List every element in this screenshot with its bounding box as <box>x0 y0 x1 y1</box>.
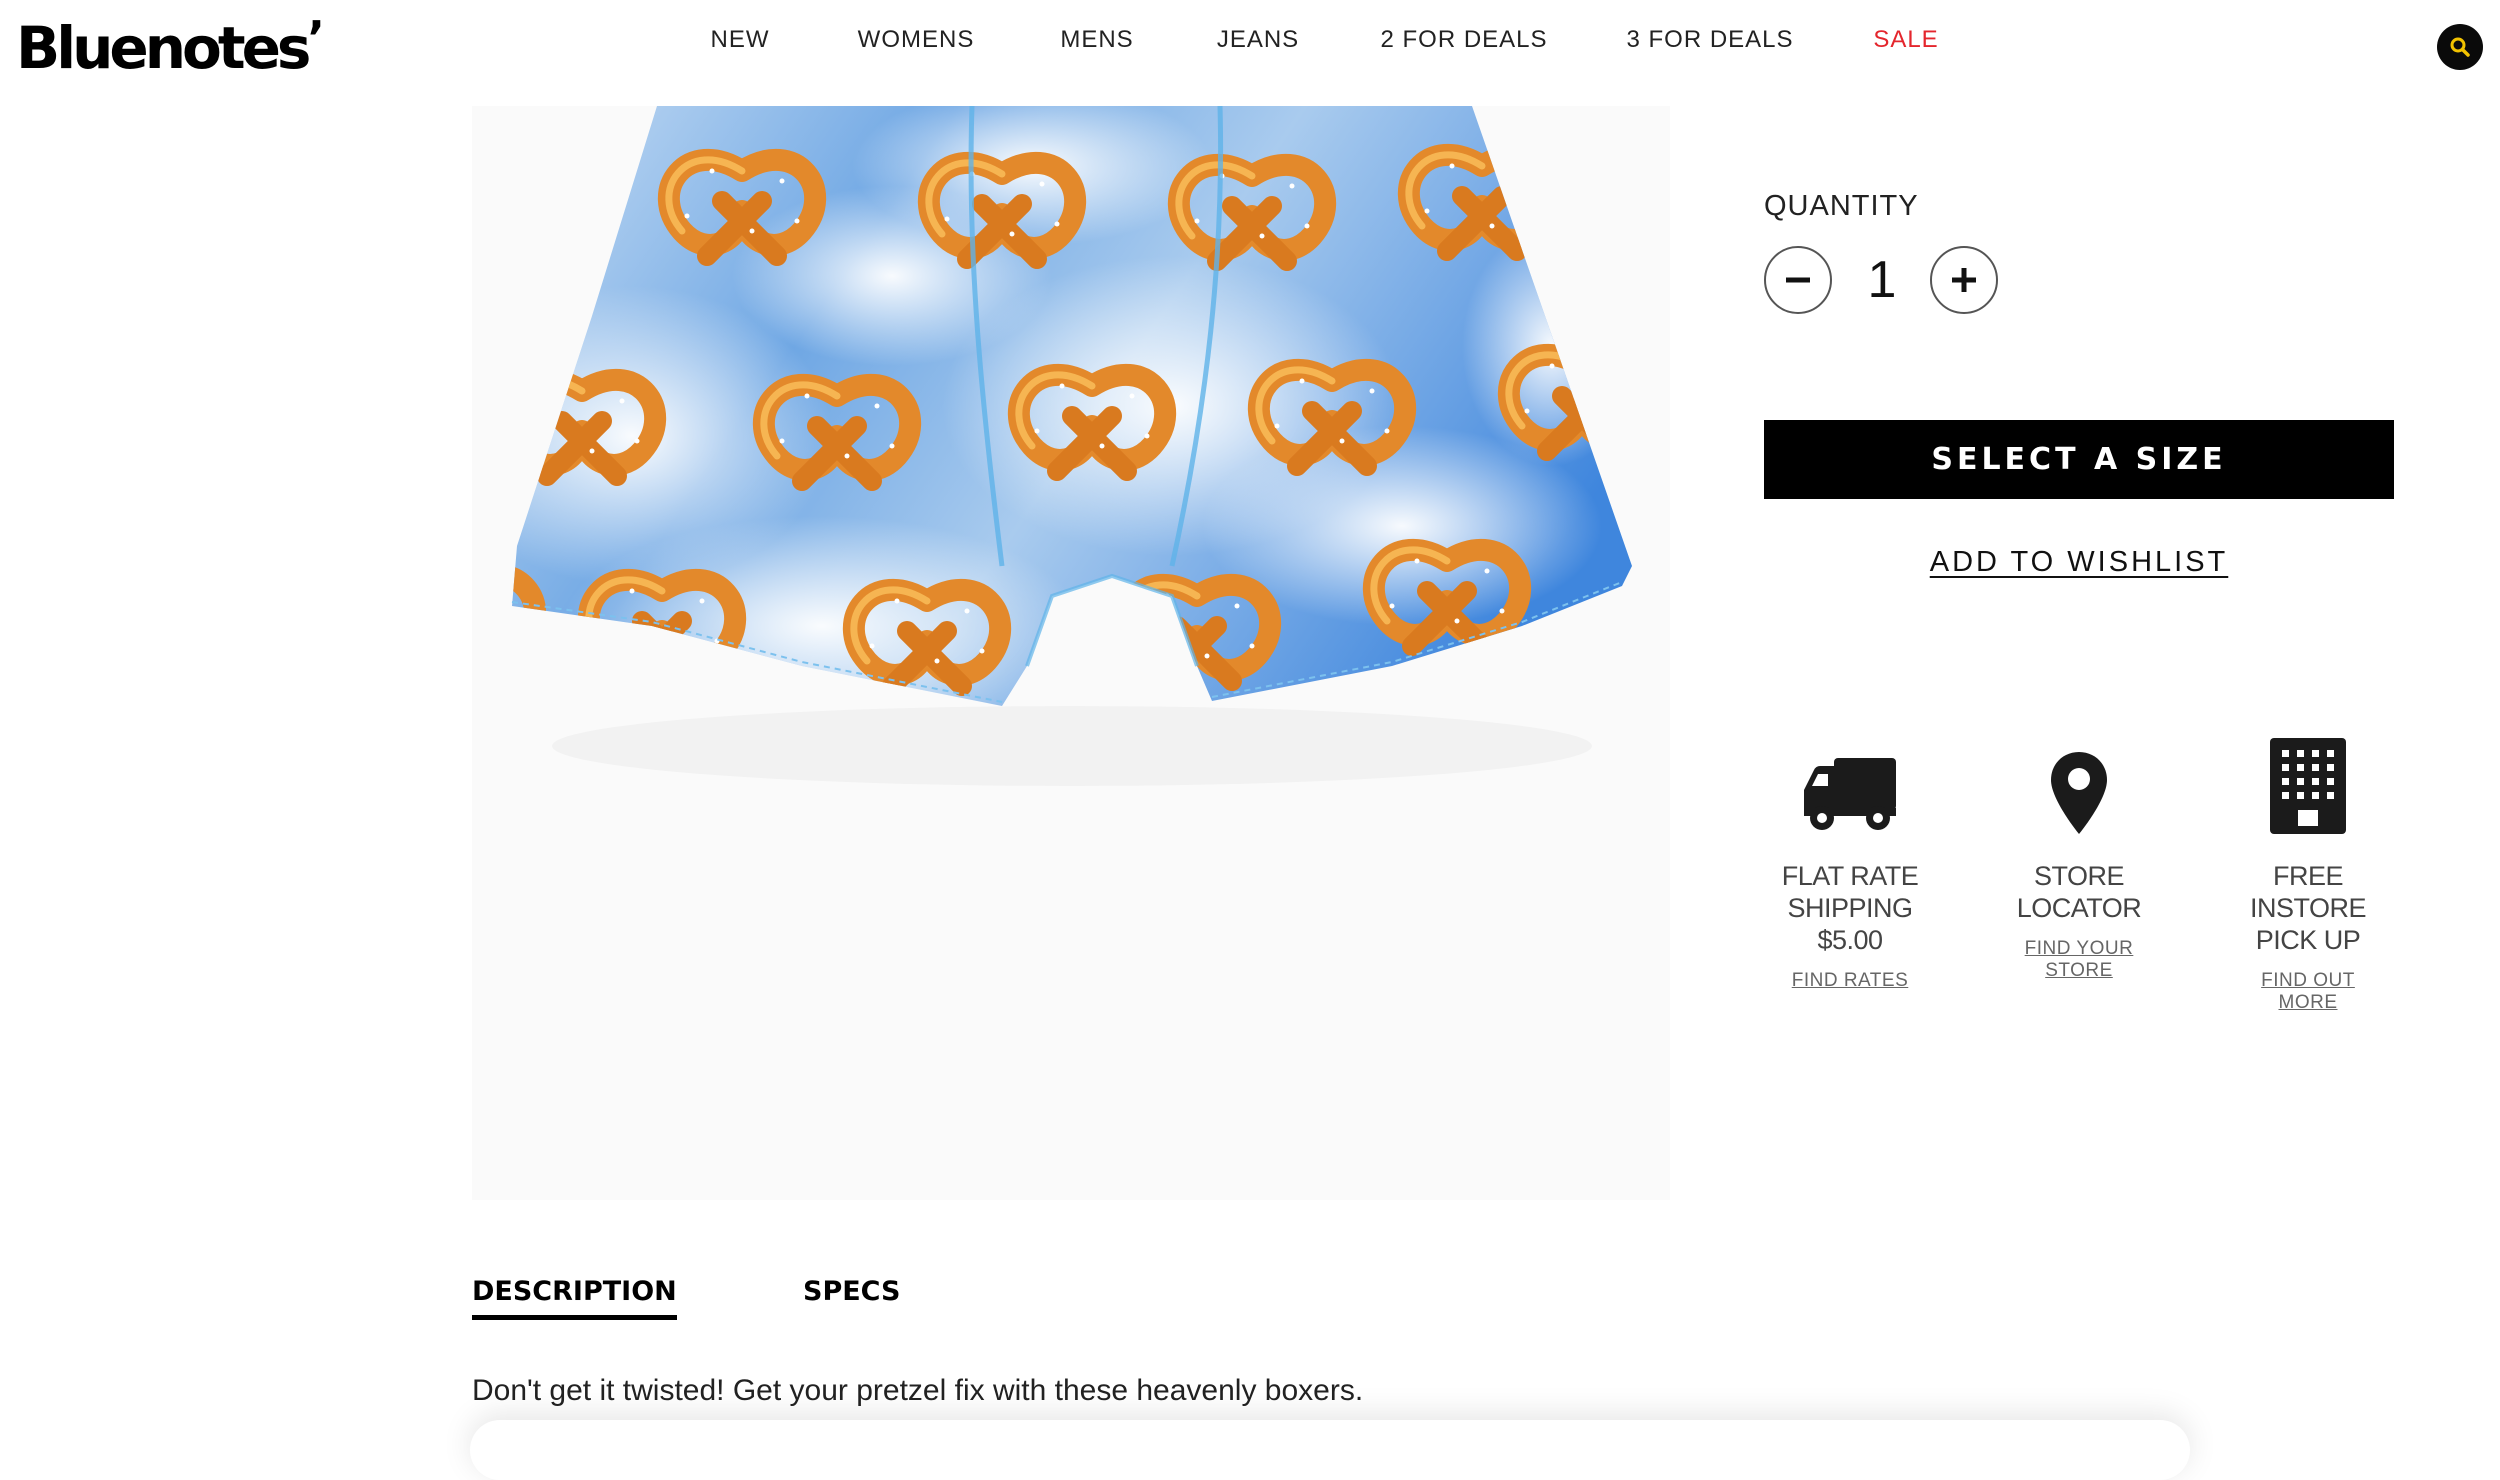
feature-title-line: PICK UP <box>2255 925 2361 955</box>
feature-title-line: SHIPPING <box>1787 893 1913 923</box>
add-to-wishlist-link[interactable]: ADD TO WISHLIST <box>1764 546 2394 579</box>
search-icon <box>2450 37 2470 57</box>
feature-title-line: INSTORE <box>2249 893 2367 923</box>
nav-item-new[interactable]: NEW <box>711 26 770 54</box>
plus-icon <box>1952 268 1976 292</box>
feature-shipping: FLAT RATE SHIPPING $5.00 FIND RATES <box>1750 736 1950 992</box>
quantity-label: QUANTITY <box>1764 190 1919 222</box>
nav-item-jeans[interactable]: JEANS <box>1217 26 1299 54</box>
bottom-panel-edge <box>470 1420 2190 1480</box>
nav-item-sale[interactable]: SALE <box>1873 26 1938 54</box>
quantity-decrease-button[interactable] <box>1764 246 1832 314</box>
feature-title-line: LOCATOR <box>2016 893 2142 923</box>
nav-item-3-for-deals[interactable]: 3 FOR DEALS <box>1626 26 1793 54</box>
main-nav: NEW WOMENS MENS JEANS 2 FOR DEALS 3 FOR … <box>0 26 2500 60</box>
site-header: Bluenotes’ NEW WOMENS MENS JEANS 2 FOR D… <box>0 0 2500 96</box>
search-button[interactable] <box>2437 24 2483 70</box>
product-description: Don't get it twisted! Get your pretzel f… <box>472 1374 1364 1407</box>
tab-specs[interactable]: SPECS <box>803 1276 900 1307</box>
feature-title-line: FREE <box>2272 861 2344 891</box>
quantity-value: 1 <box>1867 251 1897 309</box>
boxer-shorts-illustration <box>511 106 1632 706</box>
nav-item-2-for-deals[interactable]: 2 FOR DEALS <box>1380 26 1547 54</box>
nav-item-mens[interactable]: MENS <box>1060 26 1133 54</box>
map-pin-icon <box>1979 736 2179 836</box>
find-rates-link[interactable]: FIND RATES <box>1750 970 1950 992</box>
tab-description[interactable]: DESCRIPTION <box>472 1276 677 1320</box>
feature-title-line: $5.00 <box>1817 925 1883 955</box>
product-image[interactable] <box>472 106 1670 1200</box>
feature-instore-pickup: FREE INSTORE PICK UP FIND OUT MORE <box>2208 736 2408 1014</box>
select-size-button[interactable]: SELECT A SIZE <box>1764 420 2394 499</box>
quantity-increase-button[interactable] <box>1930 246 1998 314</box>
building-icon <box>2208 736 2408 836</box>
feature-title-line: FLAT RATE <box>1781 861 1919 891</box>
truck-icon <box>1750 736 1950 836</box>
feature-title-line: STORE <box>2033 861 2125 891</box>
minus-icon <box>1786 277 1810 283</box>
find-your-store-link[interactable]: FIND YOUR STORE <box>2014 938 2144 982</box>
nav-item-womens[interactable]: WOMENS <box>858 26 975 54</box>
feature-store-locator: STORE LOCATOR FIND YOUR STORE <box>1979 736 2179 982</box>
find-out-more-link[interactable]: FIND OUT MORE <box>2253 970 2363 1014</box>
